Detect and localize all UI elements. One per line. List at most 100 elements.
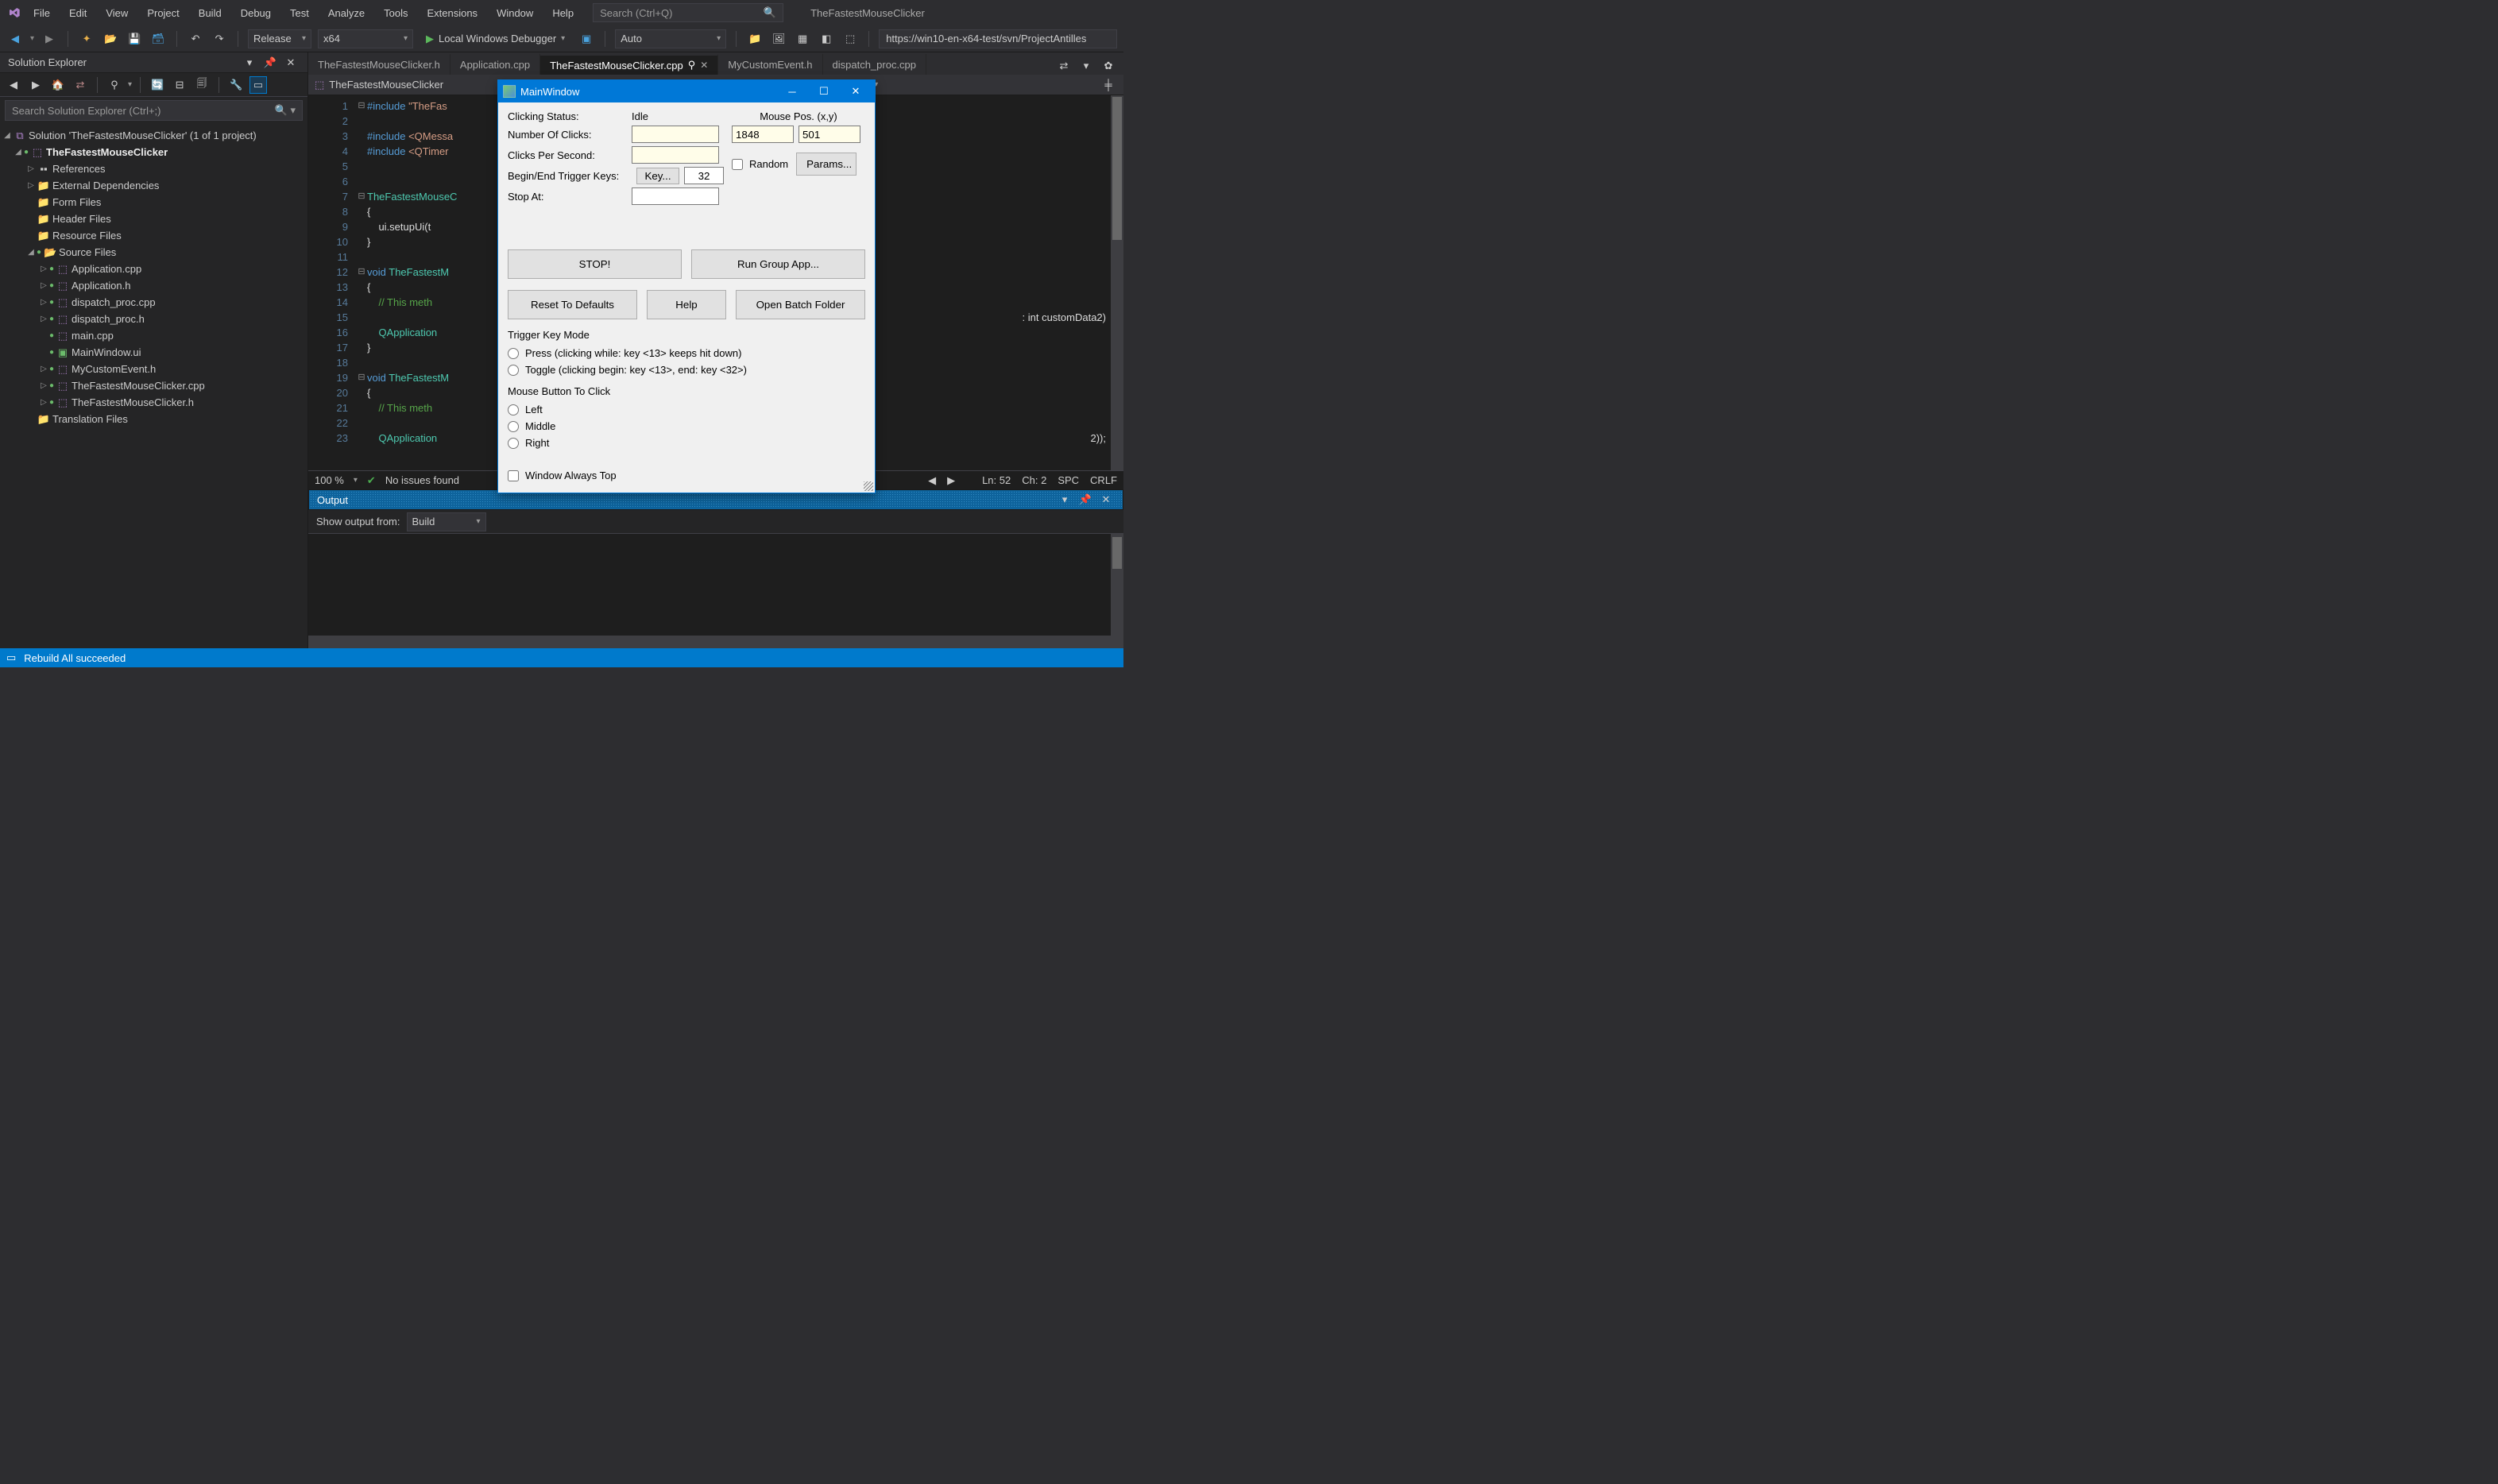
- maximize-button[interactable]: ☐: [808, 80, 840, 102]
- reset-button[interactable]: Reset To Defaults: [508, 290, 637, 319]
- split-icon[interactable]: ╪: [1100, 76, 1117, 94]
- run-group-button[interactable]: Run Group App...: [691, 249, 865, 279]
- zoom-combo[interactable]: 100 %: [315, 474, 344, 486]
- menu-analyze[interactable]: Analyze: [320, 4, 373, 22]
- random-checkbox[interactable]: Random: [732, 158, 788, 170]
- mouse-x-input[interactable]: [732, 126, 794, 143]
- output-body[interactable]: [308, 534, 1123, 636]
- save-all-icon[interactable]: 🗃: [149, 30, 167, 48]
- nav-forward-button[interactable]: ▶: [41, 30, 58, 48]
- menu-debug[interactable]: Debug: [233, 4, 279, 22]
- output-close-icon[interactable]: ✕: [1097, 491, 1115, 508]
- auto-combo[interactable]: Auto: [615, 29, 726, 48]
- close-icon[interactable]: ✕: [700, 60, 708, 71]
- key-value-input[interactable]: [684, 167, 724, 184]
- resource-files-node[interactable]: 📁Resource Files: [0, 227, 307, 244]
- form-files-node[interactable]: 📁Form Files: [0, 194, 307, 211]
- solution-search-input[interactable]: Search Solution Explorer (Ctrl+;) 🔍 ▾: [5, 100, 303, 121]
- open-icon[interactable]: 📂: [102, 30, 119, 48]
- file-dispatch-proc-h[interactable]: ▷●⬚dispatch_proc.h: [0, 311, 307, 327]
- menu-extensions[interactable]: Extensions: [419, 4, 485, 22]
- project-node[interactable]: ◢●⬚TheFastestMouseClicker: [0, 144, 307, 160]
- header-files-node[interactable]: 📁Header Files: [0, 211, 307, 227]
- panel-dropdown-icon[interactable]: ▾: [241, 54, 258, 71]
- image-icon[interactable]: 🖼: [770, 30, 787, 48]
- params-button[interactable]: Params...: [796, 153, 857, 176]
- se-fwd-icon[interactable]: ▶: [27, 76, 44, 94]
- lineend-indicator[interactable]: CRLF: [1090, 474, 1117, 487]
- undo-icon[interactable]: ↶: [187, 30, 204, 48]
- se-switch-icon[interactable]: ⇄: [72, 76, 89, 94]
- tab-settings-icon[interactable]: ✿: [1100, 57, 1117, 75]
- se-home-icon[interactable]: 🏠: [49, 76, 67, 94]
- middle-radio[interactable]: Middle: [508, 420, 865, 432]
- tab-3[interactable]: MyCustomEvent.h: [718, 54, 822, 75]
- right-radio[interactable]: Right: [508, 437, 865, 449]
- path-box[interactable]: https://win10-en-x64-test/svn/ProjectAnt…: [879, 29, 1117, 48]
- menu-help[interactable]: Help: [544, 4, 582, 22]
- output-source-combo[interactable]: Build: [407, 512, 486, 531]
- open-batch-button[interactable]: Open Batch Folder: [736, 290, 865, 319]
- output-hscrollbar[interactable]: [308, 636, 1123, 648]
- menu-test[interactable]: Test: [282, 4, 317, 22]
- file-mainwindow-ui[interactable]: ●▣MainWindow.ui: [0, 344, 307, 361]
- tab-tweak-icon[interactable]: ⇄: [1055, 57, 1073, 75]
- toggle-radio[interactable]: Toggle (clicking begin: key <13>, end: k…: [508, 364, 865, 376]
- always-top-checkbox[interactable]: Window Always Top: [508, 470, 865, 481]
- panel-close-icon[interactable]: ✕: [282, 54, 300, 71]
- tool-icon-1[interactable]: ▦: [794, 30, 811, 48]
- menu-edit[interactable]: Edit: [61, 4, 95, 22]
- stop-at-input[interactable]: [632, 187, 719, 205]
- left-radio[interactable]: Left: [508, 404, 865, 415]
- crumb-project[interactable]: ⬚TheFastestMouseClicker: [315, 79, 443, 91]
- close-button[interactable]: ✕: [840, 80, 872, 102]
- mouse-y-input[interactable]: [799, 126, 860, 143]
- save-icon[interactable]: 💾: [126, 30, 143, 48]
- configuration-combo[interactable]: Release: [248, 29, 311, 48]
- file-thefastestmouseclicker-h[interactable]: ▷●⬚TheFastestMouseClicker.h: [0, 394, 307, 411]
- se-sync-icon[interactable]: ⚲: [106, 76, 123, 94]
- pin-icon[interactable]: ⚲: [688, 59, 696, 71]
- file-mycustomevent-h[interactable]: ▷●⬚MyCustomEvent.h: [0, 361, 307, 377]
- stop-button[interactable]: STOP!: [508, 249, 682, 279]
- output-pin-icon[interactable]: 📌: [1077, 491, 1094, 508]
- file-main-cpp[interactable]: ●⬚main.cpp: [0, 327, 307, 344]
- file-application-cpp[interactable]: ▷●⬚Application.cpp: [0, 261, 307, 277]
- file-thefastestmouseclicker-cpp[interactable]: ▷●⬚TheFastestMouseClicker.cpp: [0, 377, 307, 394]
- hscroll-left-icon[interactable]: ◀: [928, 474, 936, 487]
- tab-1[interactable]: Application.cpp: [450, 54, 540, 75]
- new-project-icon[interactable]: ✦: [78, 30, 95, 48]
- key-button[interactable]: Key...: [636, 168, 679, 184]
- menu-build[interactable]: Build: [191, 4, 230, 22]
- tab-4[interactable]: dispatch_proc.cpp: [823, 54, 927, 75]
- tab-0[interactable]: TheFastestMouseClicker.h: [308, 54, 450, 75]
- references-node[interactable]: ▷▪▪References: [0, 160, 307, 177]
- se-collapse-icon[interactable]: ⊟: [171, 76, 188, 94]
- tab-dropdown-icon[interactable]: ▾: [1077, 57, 1095, 75]
- source-files-node[interactable]: ◢●📂Source Files: [0, 244, 307, 261]
- tool-icon-2[interactable]: ◧: [818, 30, 835, 48]
- debug-target-icon[interactable]: ▣: [578, 30, 595, 48]
- help-button[interactable]: Help: [647, 290, 726, 319]
- se-properties-icon[interactable]: 🔧: [227, 76, 245, 94]
- hscroll-right-icon[interactable]: ▶: [947, 474, 955, 487]
- menu-file[interactable]: File: [25, 4, 58, 22]
- start-debugging-button[interactable]: ▶ Local Windows Debugger ▾: [420, 29, 571, 48]
- mainwindow-app[interactable]: MainWindow ─ ☐ ✕ Clicking Status:Idle Nu…: [497, 79, 876, 493]
- folder-icon[interactable]: 📁: [746, 30, 764, 48]
- menu-tools[interactable]: Tools: [376, 4, 416, 22]
- spaces-indicator[interactable]: SPC: [1058, 474, 1079, 487]
- fold-gutter[interactable]: ⊟⊟⊟⊟: [356, 95, 367, 470]
- translation-files-node[interactable]: 📁Translation Files: [0, 411, 307, 427]
- panel-pin-icon[interactable]: 📌: [261, 54, 279, 71]
- menu-project[interactable]: Project: [139, 4, 187, 22]
- platform-combo[interactable]: x64: [318, 29, 413, 48]
- tab-2[interactable]: TheFastestMouseClicker.cpp⚲✕: [540, 54, 718, 75]
- mainwindow-titlebar[interactable]: MainWindow ─ ☐ ✕: [498, 80, 875, 102]
- press-radio[interactable]: Press (clicking while: key <13> keeps hi…: [508, 347, 865, 359]
- solution-node[interactable]: ◢⧉Solution 'TheFastestMouseClicker' (1 o…: [0, 127, 307, 144]
- cps-input[interactable]: [632, 146, 719, 164]
- editor-vscrollbar[interactable]: [1111, 95, 1123, 470]
- menu-window[interactable]: Window: [489, 4, 541, 22]
- output-vscrollbar[interactable]: [1111, 534, 1123, 636]
